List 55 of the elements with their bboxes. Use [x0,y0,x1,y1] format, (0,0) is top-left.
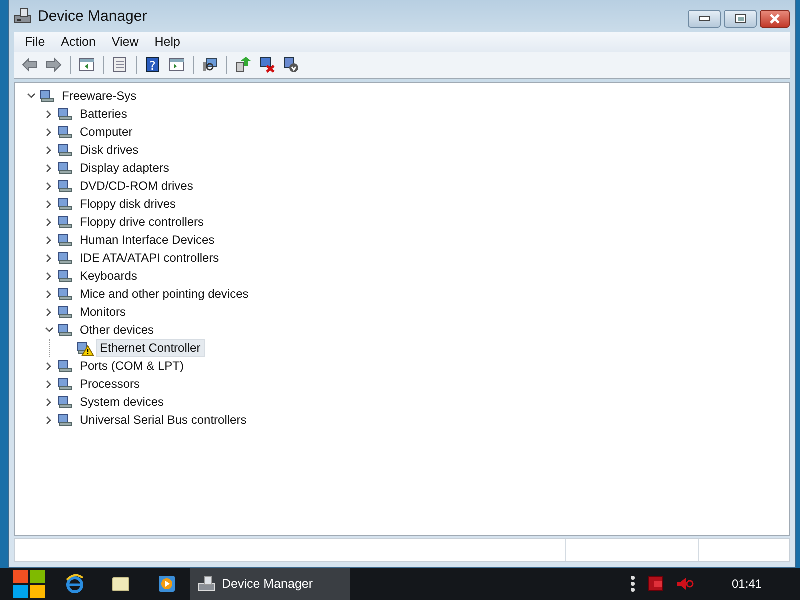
menu-item[interactable]: View [104,33,146,51]
tree-item[interactable]: Disk drives [77,142,142,158]
tree-item[interactable]: Ports (COM & LPT) [77,358,188,374]
menu-item[interactable]: Help [148,33,188,51]
network-icon[interactable] [648,576,664,592]
maximize-button[interactable] [724,10,757,28]
device-icon [39,88,57,104]
overflow-dots-icon[interactable] [630,576,636,592]
device-icon [57,124,75,140]
tree-item[interactable]: Ethernet Controller [96,339,205,357]
device-icon [57,142,75,158]
device-icon [57,412,75,428]
maximize-icon [734,14,746,24]
clock-time: 01:41 [732,577,762,591]
device-icon [57,304,75,320]
close-button[interactable] [760,10,790,28]
device-icon [57,322,75,338]
tree-item[interactable]: Mice and other pointing devices [77,286,252,302]
device-icon [57,358,75,374]
device-icon [57,196,75,212]
window-title: Device Manager [38,8,148,24]
menu-item[interactable]: Action [54,33,103,51]
close-icon [769,14,781,24]
minimize-button[interactable] [688,10,721,28]
device-icon [57,250,75,266]
device-icon [57,232,75,248]
tree-item[interactable]: Floppy disk drives [77,196,180,212]
device-icon [57,286,75,302]
device-icon [57,160,75,176]
computer-icon [198,576,216,592]
speaker-icon[interactable] [676,578,694,590]
device-icon [57,214,75,230]
device-icon [57,106,75,122]
tree-item[interactable]: Processors [77,376,144,392]
taskbar-button[interactable]: Device Manager [190,568,350,600]
device-icon [57,178,75,194]
device-icon [57,268,75,284]
tree-item[interactable]: Batteries [77,106,130,122]
tree-item[interactable]: Monitors [77,304,130,320]
tree-item[interactable]: Freeware-Sys [59,88,140,104]
tree-item[interactable]: Floppy drive controllers [77,214,208,230]
menu-item[interactable]: File [18,33,52,51]
tree-item[interactable]: Human Interface Devices [77,232,218,248]
tree-item[interactable]: IDE ATA/ATAPI controllers [77,250,222,266]
minimize-icon [698,16,710,22]
computer-icon [14,8,32,24]
device-icon [57,376,75,392]
tree-item[interactable]: Display adapters [77,160,172,176]
tree-item[interactable]: Computer [77,124,136,140]
tree-item[interactable]: DVD/CD-ROM drives [77,178,196,194]
tree-item[interactable]: System devices [77,394,168,410]
tree-item[interactable]: Other devices [77,322,158,338]
tree-item[interactable]: Keyboards [77,268,140,284]
tree-item[interactable]: Universal Serial Bus controllers [77,412,250,428]
device-icon [57,394,75,410]
